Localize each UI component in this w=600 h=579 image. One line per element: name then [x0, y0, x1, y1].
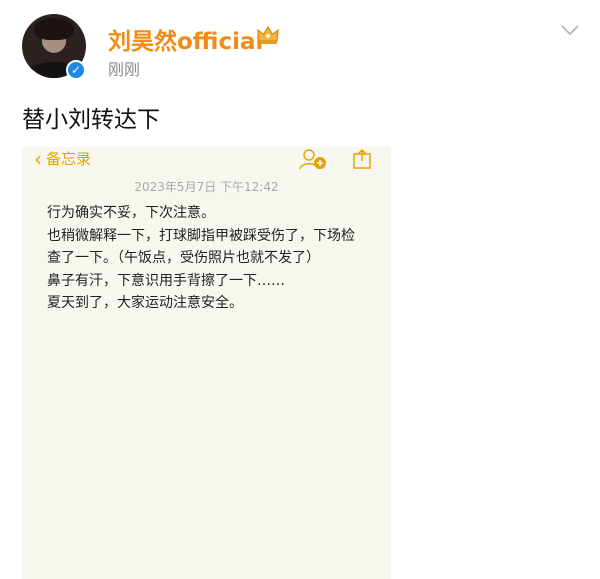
note-line: 也稍微解释一下，打球脚指甲被踩受伤了，下场检查了一下。（午饭点，受伤照片也就不发…	[47, 227, 355, 267]
verified-check-icon: ✓	[66, 60, 86, 80]
post-text: 替小刘转达下	[22, 107, 160, 133]
note-line: 夏天到了，大家运动注意安全。	[47, 295, 243, 311]
avatar-hair	[34, 18, 74, 40]
note-body: 行为确实不妥，下次注意。 也稍微解释一下，打球脚指甲被踩受伤了，下场检查了一下。…	[47, 202, 367, 315]
notes-screenshot: ‹ 备忘录 2023年5月7日 下午12:42 行为确实不妥，下次注意。 也稍微解…	[22, 147, 391, 579]
notes-back-button[interactable]: ‹ 备忘录	[34, 148, 91, 169]
username[interactable]: 刘昊然official	[108, 22, 263, 56]
note-line: 鼻子有汗，下意识用手背擦了一下……	[47, 272, 285, 289]
add-person-icon[interactable]	[298, 148, 328, 170]
post-timestamp: 刚刚	[108, 60, 141, 79]
back-arrow-icon: ‹	[34, 147, 42, 171]
share-icon[interactable]	[352, 149, 372, 169]
crown-icon	[257, 25, 279, 44]
note-line: 行为确实不妥，下次注意。	[47, 205, 215, 221]
notes-back-label: 备忘录	[46, 150, 92, 168]
chevron-down-icon[interactable]	[560, 24, 580, 36]
note-date: 2023年5月7日 下午12:42	[134, 180, 279, 194]
